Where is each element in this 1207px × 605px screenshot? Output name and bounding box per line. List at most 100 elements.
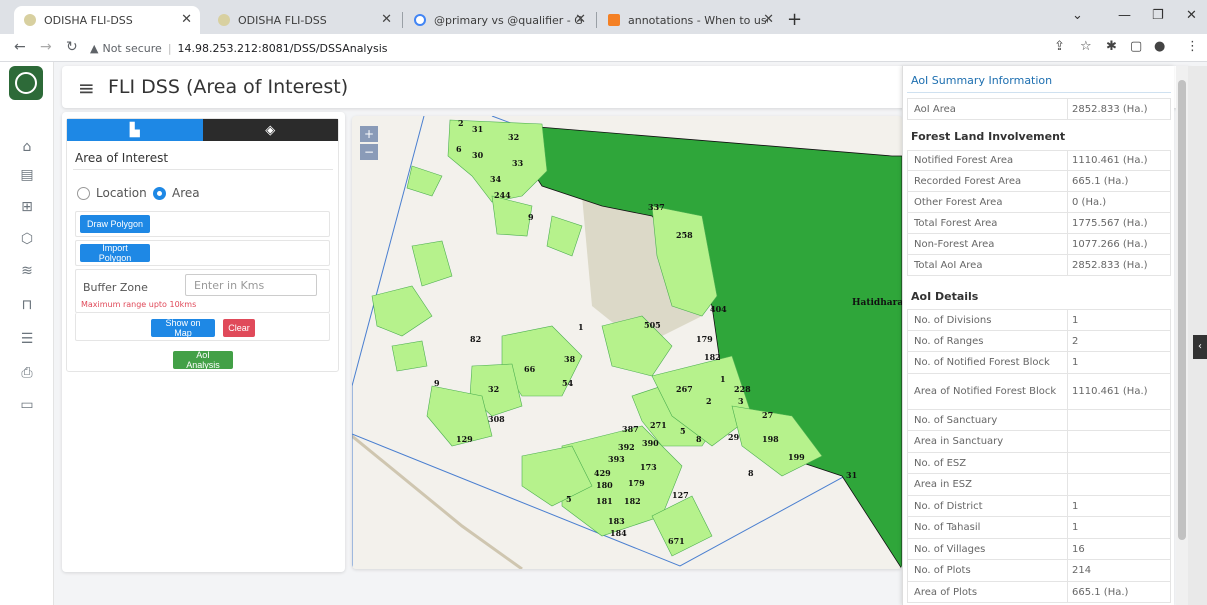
summary-row-label: Total AoI Area — [908, 255, 1068, 275]
collapse-panel-chevron-icon[interactable]: ‹ — [1193, 335, 1207, 359]
plot-label: 5 — [566, 494, 572, 504]
summary-row-value: 1 — [1072, 500, 1079, 512]
sidepanel-icon[interactable]: ▢ — [1130, 39, 1142, 54]
summary-row-value — [1068, 453, 1170, 473]
close-window-icon[interactable]: ✕ — [1186, 8, 1197, 23]
radio-area[interactable]: Area — [153, 186, 200, 200]
summary-scrollbar[interactable] — [1176, 66, 1188, 605]
summary-row-label: No. of Ranges — [908, 331, 1068, 351]
aoi-analysis-button[interactable]: AoI Analysis — [173, 350, 233, 370]
browser-tab-2[interactable]: ODISHA FLI-DSS ✕ — [208, 6, 400, 34]
zoom-out-button[interactable]: − — [360, 144, 378, 160]
plot-label: 8 — [748, 468, 754, 478]
hamburger-menu-icon[interactable]: ≡ — [78, 76, 95, 100]
summary-row-value: 2852.833 (Ha.) — [1072, 259, 1148, 271]
printer-icon[interactable]: ⎙ — [18, 364, 36, 382]
summary-row: No. of District 1 — [907, 496, 1171, 517]
plot-label: 198 — [762, 434, 779, 444]
reload-icon[interactable]: ↻ — [66, 39, 78, 55]
clear-button[interactable]: Clear — [223, 319, 255, 337]
plot-label: 199 — [788, 452, 805, 462]
browser-tab-1[interactable]: ODISHA FLI-DSS ✕ — [14, 6, 200, 34]
minimize-icon[interactable]: — — [1118, 8, 1131, 23]
folder-icon[interactable]: ▭ — [18, 396, 36, 414]
scrollbar-thumb[interactable] — [1178, 80, 1186, 540]
plot-label: 173 — [640, 462, 657, 472]
plot-label: 29 — [728, 432, 740, 442]
new-tab-button[interactable]: + — [787, 9, 802, 30]
browser-tab-3[interactable]: @primary vs @qualifier - Google ✕ — [404, 6, 594, 34]
close-icon[interactable]: ✕ — [763, 12, 774, 27]
summary-row: Area of Notified Forest Block 1110.461 (… — [907, 374, 1171, 410]
warning-icon: ▲ — [90, 41, 99, 55]
summary-row-label: No. of Sanctuary — [908, 410, 1068, 430]
database-icon[interactable]: ☰ — [18, 330, 36, 348]
summary-row-value: 2852.833 (Ha.) — [1072, 103, 1148, 115]
summary-row: Area in ESZ — [907, 474, 1171, 496]
back-arrow-icon[interactable]: ← — [14, 39, 26, 55]
summary-row: No. of Ranges 2 — [907, 331, 1171, 352]
plot-label: 27 — [762, 410, 774, 420]
aoi-heading: Area of Interest — [75, 151, 169, 165]
summary-row-label: No. of Notified Forest Block — [908, 352, 1068, 373]
plot-label: 228 — [734, 384, 751, 394]
forward-arrow-icon[interactable]: → — [40, 39, 52, 55]
radio-area-control[interactable] — [153, 186, 166, 200]
building-chart-icon: ▙ — [129, 122, 140, 138]
left-tool-card: ▙ ◈ Area of Interest Location Area Draw … — [62, 112, 345, 572]
buffer-zone-input[interactable]: Enter in Kms — [185, 274, 317, 296]
close-icon[interactable]: ✕ — [575, 12, 586, 27]
tab-aoi-tools[interactable]: ▙ — [67, 119, 203, 141]
star-icon[interactable]: ☆ — [1080, 39, 1092, 54]
import-polygon-button[interactable]: Import Polygon — [80, 243, 150, 263]
plot-label: 182 — [704, 352, 721, 362]
aoi-panel: ▙ ◈ Area of Interest Location Area Draw … — [66, 118, 339, 372]
tab-layers[interactable]: ◈ — [202, 119, 338, 141]
summary-row-label: Notified Forest Area — [908, 151, 1068, 170]
profile-icon[interactable]: ● — [1154, 39, 1165, 54]
summary-row-label: Area of Plots — [908, 582, 1068, 602]
summary-row: Other Forest Area 0 (Ha.) — [907, 192, 1171, 213]
zoom-in-button[interactable]: + — [360, 126, 378, 142]
plot-label: 429 — [594, 468, 611, 478]
extensions-icon[interactable]: ✱ — [1106, 39, 1117, 54]
cube-icon[interactable]: ⬡ — [18, 230, 36, 248]
summary-row-label: Other Forest Area — [908, 192, 1068, 212]
summary-row-value: 16 — [1072, 543, 1085, 555]
plot-label: 6 — [456, 144, 462, 154]
radio-location[interactable]: Location — [77, 186, 147, 200]
browser-tab-3-title: @primary vs @qualifier - Google — [434, 13, 582, 27]
summary-row: No. of Plots 214 — [907, 560, 1171, 582]
close-icon[interactable]: ✕ — [181, 12, 192, 27]
share-icon[interactable]: ⇪ — [1054, 39, 1065, 54]
summary-row-value — [1068, 431, 1170, 452]
book-icon[interactable]: ⊓ — [18, 296, 36, 314]
radio-location-control[interactable] — [77, 186, 90, 200]
summary-row-label: Recorded Forest Area — [908, 171, 1068, 191]
road-line — [352, 434, 523, 569]
google-favicon-icon — [414, 14, 426, 26]
show-on-map-button[interactable]: Show on Map — [151, 318, 215, 338]
browser-tab-4[interactable]: annotations - When to use Quali ✕ — [598, 6, 782, 34]
layers-icon[interactable]: ≋ — [18, 262, 36, 280]
map-canvas[interactable]: + − Hatidhara 2 31 32 6 30 33 34 244 9 3… — [352, 116, 902, 569]
summary-row-label: No. of ESZ — [908, 453, 1068, 473]
home-icon[interactable]: ⌂ — [18, 138, 36, 156]
close-icon[interactable]: ✕ — [381, 12, 392, 27]
panel-tabs: ▙ ◈ — [67, 119, 338, 141]
plot-label: 1 — [578, 322, 584, 332]
summary-title: AoI Summary Information — [911, 74, 1053, 87]
plot-label: 267 — [676, 384, 693, 394]
url-field[interactable]: ▲ Not secure | 14.98.253.212:8081/DSS/DS… — [90, 36, 1140, 60]
summary-row-label: AoI Area — [908, 99, 1068, 119]
kebab-menu-icon[interactable]: ⋮ — [1186, 39, 1199, 54]
restore-icon[interactable]: ❐ — [1152, 8, 1164, 23]
chevron-down-icon[interactable]: ⌄ — [1072, 8, 1083, 23]
aoi-summary-panel: AoI Summary Information AoI Area 2852.83… — [902, 66, 1174, 605]
plot-label: 30 — [472, 150, 484, 160]
document-icon[interactable]: ▤ — [18, 166, 36, 184]
summary-row: Area of Plots 665.1 (Ha.) — [907, 582, 1171, 603]
summary-row: Total Forest Area 1775.567 (Ha.) — [907, 213, 1171, 234]
map-icon[interactable]: ⊞ — [18, 198, 36, 216]
draw-polygon-button[interactable]: Draw Polygon — [80, 215, 150, 233]
